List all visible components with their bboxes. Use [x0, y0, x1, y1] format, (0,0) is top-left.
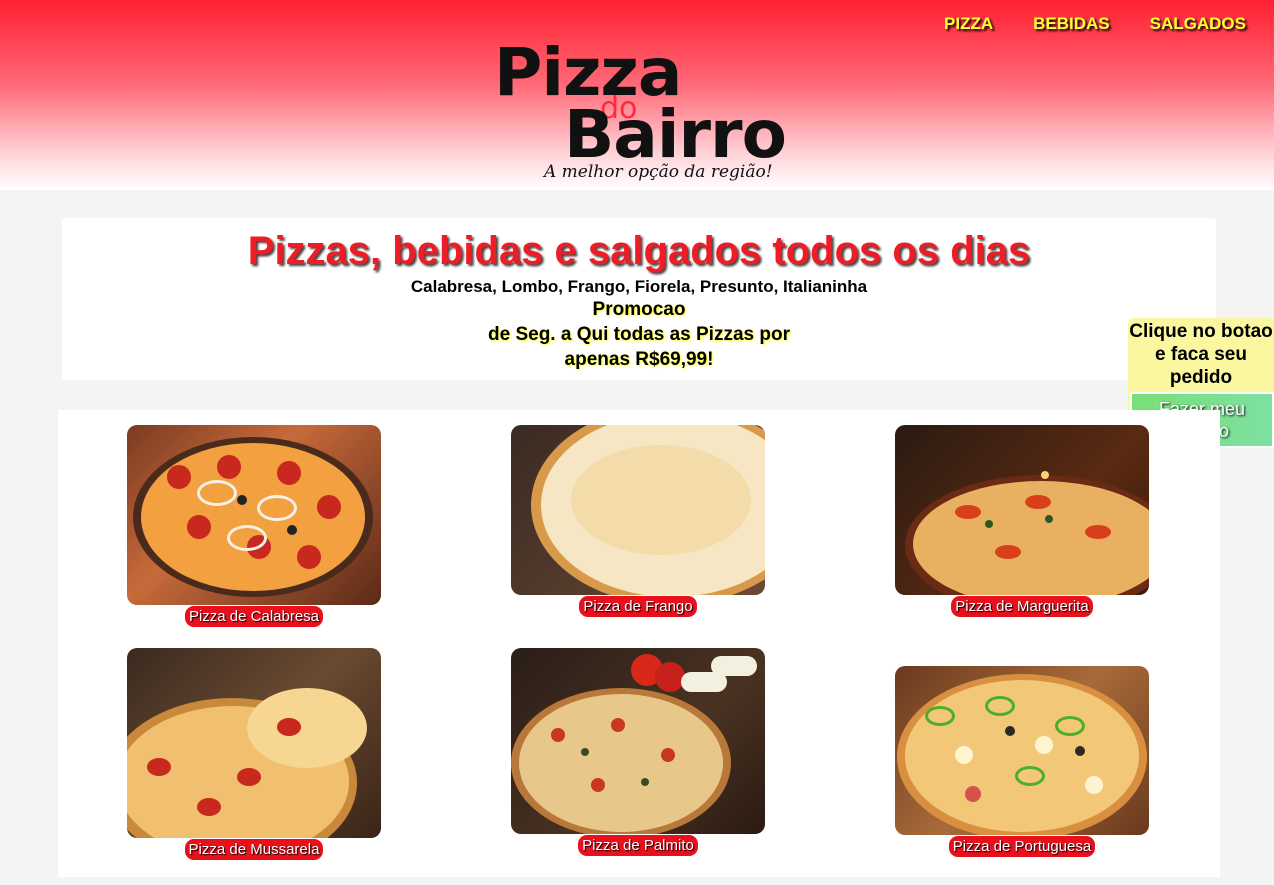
pizza-calabresa-image[interactable]	[127, 425, 381, 605]
flavors-list: Calabresa, Lombo, Frango, Fiorela, Presu…	[410, 277, 868, 296]
pizza-marguerita-image[interactable]	[895, 425, 1149, 595]
product-label[interactable]: Pizza de Portuguesa	[948, 836, 1096, 857]
hero-info-box: Pizzas, bebidas e salgados todos os dias…	[62, 218, 1216, 380]
product-card-mussarela[interactable]: Pizza de Mussarela	[127, 648, 381, 860]
product-label[interactable]: Pizza de Marguerita	[951, 596, 1093, 617]
product-label[interactable]: Pizza de Calabresa	[184, 606, 324, 627]
product-card-frango[interactable]: Pizza de Frango	[511, 425, 765, 617]
pizza-portuguesa-image[interactable]	[895, 666, 1149, 835]
logo-tagline: A melhor opção da região!	[544, 162, 773, 182]
main-nav: PIZZA BEBIDAS SALGADOS	[944, 14, 1246, 34]
promo-details: de Seg. a Qui todas as Pizzas por apenas…	[488, 324, 790, 370]
promo-text: Promocao de Seg. a Qui todas as Pizzas p…	[469, 297, 809, 372]
nav-salgados[interactable]: SALGADOS	[1150, 14, 1246, 34]
nav-pizza[interactable]: PIZZA	[944, 14, 993, 34]
product-card-portuguesa[interactable]: Pizza de Portuguesa	[895, 666, 1149, 857]
order-panel-text: Clique no botao e faca seu pedido	[1129, 321, 1273, 388]
pizza-palmito-image[interactable]	[511, 648, 765, 834]
pizza-mussarela-image[interactable]	[127, 648, 381, 838]
logo: Pizza do Bairro A melhor opção da região…	[494, 40, 794, 190]
hero-title: Pizzas, bebidas e salgados todos os dias	[247, 229, 1031, 273]
nav-bebidas[interactable]: BEBIDAS	[1033, 14, 1110, 34]
product-card-marguerita[interactable]: Pizza de Marguerita	[895, 425, 1149, 617]
header: PIZZA BEBIDAS SALGADOS Pizza do Bairro A…	[0, 0, 1274, 190]
pizza-frango-image[interactable]	[511, 425, 765, 595]
product-label[interactable]: Pizza de Mussarela	[184, 839, 324, 860]
promo-heading: Promocao	[592, 299, 686, 320]
logo-word-bairro: Bairro	[564, 96, 787, 173]
product-card-palmito[interactable]: Pizza de Palmito	[511, 648, 765, 856]
product-gallery: Pizza de Calabresa Pizza de Frango Pizza…	[58, 410, 1220, 877]
product-card-calabresa[interactable]: Pizza de Calabresa	[127, 425, 381, 627]
product-label[interactable]: Pizza de Frango	[579, 596, 697, 617]
product-label[interactable]: Pizza de Palmito	[578, 835, 698, 856]
